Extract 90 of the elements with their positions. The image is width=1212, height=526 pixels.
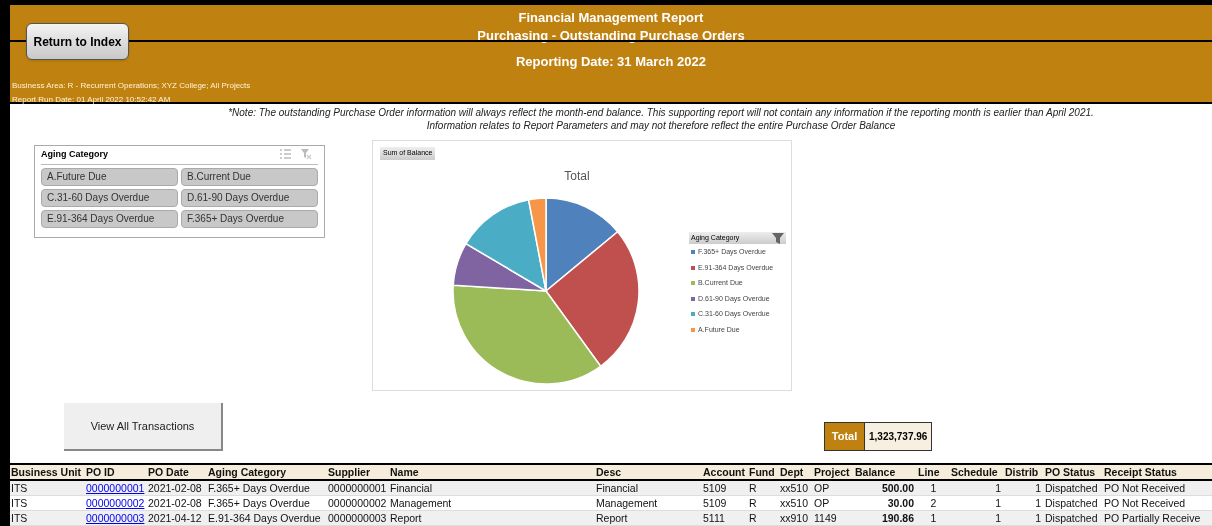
- slicer-item[interactable]: B.Current Due: [181, 167, 318, 186]
- chart-title: Total: [563, 168, 591, 185]
- table-cell-text: xx510: [779, 481, 810, 495]
- column-header: Aging Category: [207, 465, 288, 479]
- table-cell-text: OP: [813, 496, 831, 510]
- table-cell-text: Dispatched: [1044, 511, 1099, 525]
- table-cell-text: PO Not Received: [1103, 496, 1187, 510]
- table-cell-text: R: [748, 496, 758, 510]
- slicer-item[interactable]: A.Future Due: [41, 167, 178, 186]
- table-cell-text: Management: [389, 496, 453, 510]
- column-header: Desc: [595, 465, 623, 479]
- column-header: Dept: [779, 465, 805, 479]
- return-to-index-button[interactable]: Return to Index: [26, 23, 129, 60]
- column-header: Line: [917, 465, 941, 479]
- filter-icon[interactable]: [772, 232, 784, 244]
- column-header: PO Status: [1044, 465, 1097, 479]
- table-cell-text: 1: [1034, 481, 1042, 495]
- table-cell-text: 500.00: [880, 481, 915, 495]
- column-header: Fund: [748, 465, 776, 479]
- table-cell-text: R: [748, 481, 758, 495]
- column-header: PO Date: [147, 465, 190, 479]
- multi-select-icon[interactable]: [280, 149, 291, 160]
- table-cell-text: 5109: [702, 496, 728, 510]
- report-title: Financial Management Report: [518, 9, 704, 27]
- table-cell-text: 1: [929, 481, 938, 495]
- column-header: Balance: [854, 465, 897, 479]
- table-cell-text: 1: [1034, 511, 1042, 525]
- table-cell-text: PO Not Received: [1103, 481, 1187, 495]
- total-value: 1,323,737.96: [865, 423, 932, 450]
- table-cell-text: Report: [595, 511, 629, 525]
- column-header: Name: [389, 465, 420, 479]
- total-label: Total: [825, 423, 865, 450]
- note-text: *Note: The outstanding Purchase Order information will always reflect the month-end balance. This supporting report will not contain any information if the reporting month is earlier than April 2021.: [228, 106, 1094, 119]
- column-header: PO ID: [85, 465, 116, 479]
- table-cell-text: 2021-02-08: [147, 481, 203, 495]
- table-cell-text: 1: [994, 496, 1002, 510]
- business-area-text: Business Area: R - Recurrent Operations; XYZ College; All Projects: [12, 80, 251, 92]
- slicer-item[interactable]: D.61-90 Days Overdue: [181, 188, 318, 207]
- table-cell-text: 1: [1034, 496, 1042, 510]
- table-cell-text: ITS: [10, 481, 29, 495]
- table-cell-text: 0000000002: [327, 496, 388, 510]
- table-cell-text: Financial: [389, 481, 434, 495]
- table-cell-text: 30.00: [886, 496, 915, 510]
- po-link[interactable]: 0000000003: [85, 511, 147, 525]
- slicer-title: Aging Category: [41, 148, 108, 161]
- clear-filter-icon[interactable]: [301, 149, 312, 161]
- table-cell-text: 2021-02-08: [147, 496, 203, 510]
- table-cell-text: F.365+ Days Overdue: [207, 481, 311, 495]
- column-header: Supplier: [327, 465, 371, 479]
- table-cell-text: Report: [389, 511, 423, 525]
- column-header: Project: [813, 465, 851, 479]
- table-cell-text: xx910: [779, 511, 810, 525]
- table-cell-text: 1: [994, 511, 1002, 525]
- po-link[interactable]: 0000000002: [85, 496, 147, 510]
- table-cell-text: Financial: [595, 481, 640, 495]
- table-cell-text: R: [748, 511, 758, 525]
- table-cell-text: 2: [929, 496, 938, 510]
- table-cell-text: 2021-04-12: [147, 511, 203, 525]
- table-cell-text: Dispatched: [1044, 481, 1099, 495]
- table-cell-text: OP: [813, 481, 831, 495]
- table-cell-text: E.91-364 Days Overdue: [207, 511, 322, 525]
- column-header: Business Unit: [10, 465, 82, 479]
- table-cell-text: 190.86: [880, 511, 915, 525]
- table-cell-text: 1: [994, 481, 1002, 495]
- slicer-item[interactable]: C.31-60 Days Overdue: [41, 188, 178, 207]
- column-header: Distrib: [1004, 465, 1040, 479]
- run-date-text: Report Run Date: 01 April 2022 10:52:42 AM: [12, 94, 172, 106]
- table-cell-text: xx510: [779, 496, 810, 510]
- slicer-item[interactable]: F.365+ Days Overdue: [181, 209, 318, 228]
- table-cell-text: 1149: [813, 511, 838, 525]
- column-header: Account: [702, 465, 746, 479]
- view-all-transactions-button[interactable]: View All Transactions: [64, 403, 223, 451]
- column-header: Receipt Status: [1103, 465, 1178, 479]
- table-cell-text: F.365+ Days Overdue: [207, 496, 311, 510]
- table-cell-text: 0000000001: [327, 481, 388, 495]
- table-cell-text: Dispatched: [1044, 496, 1099, 510]
- table-cell-text: 5111: [702, 511, 726, 525]
- note-text: Information relates to Report Parameters and may not therefore reflect the entire Purchase Order Balance: [426, 119, 896, 132]
- table-cell-text: PO Partially Receive: [1103, 511, 1202, 525]
- table-cell-text: ITS: [10, 511, 29, 525]
- table-cell-text: Management: [595, 496, 659, 510]
- column-header: Schedule: [950, 465, 999, 479]
- slicer-item[interactable]: E.91-364 Days Overdue: [41, 209, 178, 228]
- reporting-date: Reporting Date: 31 March 2022: [516, 53, 706, 71]
- report-subtitle: Purchasing - Outstanding Purchase Orders: [477, 27, 745, 45]
- table-cell-text: 5109: [702, 481, 728, 495]
- table-cell-text: 0000000003: [327, 511, 388, 525]
- table-cell-text: 1: [929, 511, 938, 525]
- table-cell-text: ITS: [10, 496, 29, 510]
- po-link[interactable]: 0000000001: [85, 481, 147, 495]
